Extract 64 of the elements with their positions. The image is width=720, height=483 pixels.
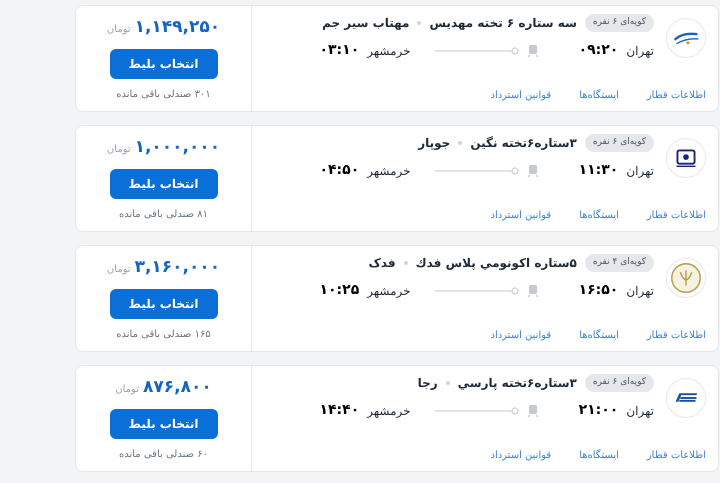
train-name: ۳ستاره۶تخته نگین	[470, 135, 577, 152]
currency-label: تومان	[106, 263, 131, 278]
train-name: ۵ستاره اکونومي پلاس فدك	[416, 255, 577, 272]
departure-time: ۲۱:۰۰	[578, 401, 618, 420]
destination-city: خرمشهر	[367, 402, 411, 420]
company-logo-icon	[666, 258, 706, 298]
arrival-time: ۰۴:۵۰	[319, 161, 360, 180]
train-icon	[526, 284, 539, 298]
currency-label: تومان	[106, 143, 131, 158]
seats-remaining: ۸۱ صندلی باقی مانده	[118, 208, 208, 222]
info-link[interactable]: ایستگاه‌ها	[579, 328, 619, 343]
info-link[interactable]: قوانین استرداد	[490, 208, 552, 223]
departure-time: ۱۱:۳۰	[578, 161, 618, 180]
train-icon	[526, 404, 539, 418]
info-link[interactable]: ایستگاه‌ها	[579, 448, 619, 463]
coupe-badge: کوپه‌ای ۶ نفره	[584, 134, 654, 152]
seats-remaining: ۶۰ صندلی باقی مانده	[118, 448, 208, 462]
origin-city: تهران	[626, 42, 654, 60]
destination-city: خرمشهر	[367, 42, 411, 60]
info-link[interactable]: ایستگاه‌ها	[579, 208, 619, 223]
company-name: رجا	[418, 375, 438, 392]
origin-city: تهران	[626, 402, 654, 420]
price: ۱,۰۰۰,۰۰۰	[134, 136, 220, 160]
train-name: سه ستاره ۶ تخته مهدیس	[429, 15, 577, 32]
currency-label: تومان	[115, 383, 139, 398]
price: ۱,۱۴۹,۲۵۰	[134, 16, 220, 40]
price: ۳,۱۶۰,۰۰۰	[134, 256, 220, 280]
info-link[interactable]: قوانین استرداد	[490, 88, 552, 103]
seats-remaining: ۱۶۵ صندلی باقی مانده	[116, 328, 211, 342]
info-link[interactable]: ایستگاه‌ها	[579, 88, 619, 103]
company-logo-icon	[666, 18, 706, 58]
destination-city: خرمشهر	[367, 282, 411, 300]
info-link[interactable]: قوانین استرداد	[490, 448, 552, 463]
train-icon	[526, 44, 539, 58]
departure-time: ۰۹:۲۰	[578, 41, 618, 60]
train-icon	[526, 164, 539, 178]
seats-remaining: ۳۰۱ صندلی باقی مانده	[116, 88, 211, 102]
select-ticket-button[interactable]: انتخاب بلیط	[110, 48, 218, 79]
select-ticket-button[interactable]: انتخاب بلیط	[110, 168, 218, 199]
select-ticket-button[interactable]: انتخاب بلیط	[110, 408, 218, 439]
info-link[interactable]: اطلاعات قطار	[646, 88, 706, 103]
arrival-time: ۱۴:۴۰	[319, 401, 360, 420]
info-link[interactable]: قوانین استرداد	[490, 328, 552, 343]
info-link[interactable]: اطلاعات قطار	[646, 448, 706, 463]
train-name: ۳ستاره۶تخته پارسي	[458, 375, 577, 392]
origin-city: تهران	[626, 282, 654, 300]
currency-label: تومان	[106, 23, 131, 38]
coupe-badge: کوپه‌ای ۴ نفره	[584, 254, 654, 272]
destination-city: خرمشهر	[367, 162, 411, 180]
company-logo-icon	[666, 138, 706, 178]
departure-time: ۱۶:۵۰	[578, 281, 618, 300]
info-link[interactable]: اطلاعات قطار	[646, 328, 706, 343]
select-ticket-button[interactable]: انتخاب بلیط	[110, 288, 218, 319]
arrival-time: ۱۰:۲۵	[319, 281, 360, 300]
company-name: فدک	[368, 255, 396, 272]
company-name: جوپار	[418, 135, 450, 152]
coupe-badge: کوپه‌ای ۶ نفره	[584, 14, 654, 32]
coupe-badge: کوپه‌ای ۶ نفره	[584, 374, 654, 392]
info-link[interactable]: اطلاعات قطار	[646, 208, 706, 223]
price: ۸۷۶,۸۰۰	[142, 376, 212, 400]
company-logo-icon	[666, 378, 706, 418]
origin-city: تهران	[626, 162, 654, 180]
company-name: مهتاب سیر جم	[322, 15, 410, 32]
arrival-time: ۰۳:۱۰	[319, 41, 360, 60]
